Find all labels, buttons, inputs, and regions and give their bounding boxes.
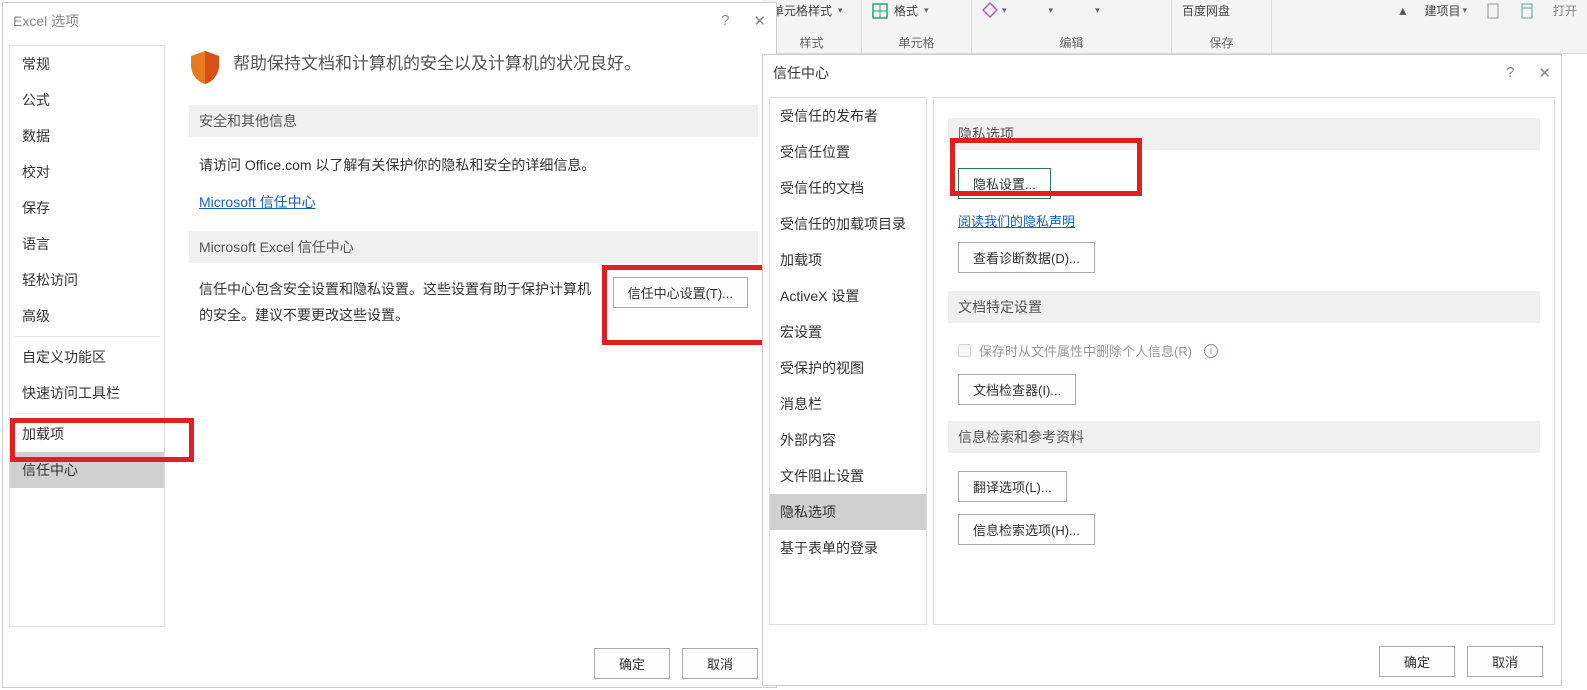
options-content: 帮助保持文档和计算机的安全以及计算机的状况良好。 安全和其他信息 请访问 Off… (171, 39, 776, 633)
sidebar-item-advanced[interactable]: 高级 (10, 298, 164, 334)
sidebar-item-save[interactable]: 保存 (10, 190, 164, 226)
open-label[interactable]: 打开 (1553, 2, 1577, 19)
remove-personal-info-checkbox (958, 344, 971, 357)
sidebar-item-addins[interactable]: 加载项 (10, 416, 164, 452)
edit-dropdown-2[interactable]: ▾ (1095, 5, 1100, 16)
security-info-text: 请访问 Office.com 以了解有关保护你的隐私和安全的详细信息。 (189, 147, 758, 184)
document-icon-2[interactable] (1519, 3, 1535, 19)
sidebar-item-proofing[interactable]: 校对 (10, 154, 164, 190)
sidebar-item-qat[interactable]: 快速访问工具栏 (10, 375, 164, 411)
cancel-button[interactable]: 取消 (1467, 646, 1543, 677)
ribbon-label: 编辑 (982, 34, 1161, 53)
ribbon-group-edit: ▾ ▾ ▾ 编辑 (972, 0, 1172, 53)
sidebar-item-macro-settings[interactable]: 宏设置 (770, 314, 926, 350)
sidebar-item-file-block-settings[interactable]: 文件阻止设置 (770, 458, 926, 494)
document-inspector-button[interactable]: 文档检查器(I)... (958, 374, 1076, 405)
privacy-settings-button[interactable]: 隐私设置... (958, 168, 1051, 199)
sidebar-item-data[interactable]: 数据 (10, 118, 164, 154)
close-icon[interactable]: ✕ (1538, 64, 1551, 82)
section-document-specific: 文档特定设置 (948, 291, 1540, 323)
ok-button[interactable]: 确定 (1379, 646, 1455, 677)
section-privacy-options: 隐私选项 (948, 118, 1540, 150)
trust-center-content: 隐私选项 隐私设置... 阅读我们的隐私声明 查看诊断数据(D)... 文档特定… (933, 97, 1555, 625)
sidebar-item-form-based-signin[interactable]: 基于表单的登录 (770, 530, 926, 566)
ribbon-group-cells: 格式▾ 单元格 (862, 0, 972, 53)
help-icon[interactable]: ? (1506, 64, 1514, 82)
format-icon (872, 3, 888, 19)
trust-center-text: 信任中心包含安全设置和隐私设置。这些设置有助于保护计算机的安全。建议不要更改这些… (199, 277, 603, 327)
sidebar-item-formula[interactable]: 公式 (10, 82, 164, 118)
ok-button[interactable]: 确定 (594, 648, 670, 679)
sidebar-item-customize-ribbon[interactable]: 自定义功能区 (10, 339, 164, 375)
trust-center-dialog: 信任中心 ? ✕ 受信任的发布者 受信任位置 受信任的文档 受信任的加载项目录 … (762, 54, 1562, 686)
sidebar-item-language[interactable]: 语言 (10, 226, 164, 262)
privacy-statement-link[interactable]: 阅读我们的隐私声明 (958, 214, 1075, 229)
remove-personal-info-label: 保存时从文件属性中删除个人信息(R) (979, 341, 1192, 360)
ribbon-label: 保存 (1182, 34, 1261, 53)
ribbon-group-save: 百度网盘 保存 (1172, 0, 1272, 53)
sidebar-item-message-bar[interactable]: 消息栏 (770, 386, 926, 422)
cell-styles-dropdown[interactable]: 单元格样式▾ (772, 2, 851, 19)
dialog-title: 信任中心 (773, 63, 829, 83)
translation-options-button[interactable]: 翻译选项(L)... (958, 471, 1067, 502)
ms-trust-center-link[interactable]: Microsoft 信任中心 (199, 194, 316, 210)
sidebar-item-privacy-options[interactable]: 隐私选项 (770, 494, 926, 530)
excel-options-dialog: Excel 选项 ? ✕ 常规 公式 数据 校对 保存 语言 轻松访问 高级 自… (2, 2, 777, 688)
project-dropdown[interactable]: 建项目▾ (1424, 2, 1467, 19)
ribbon: 单元格样式▾ 样式 格式▾ 单元格 ▾ ▾ ▾ 编辑 百度网盘 保存 ▴ 建项目… (762, 0, 1587, 54)
diamond-dropdown[interactable]: ▾ (982, 2, 1007, 18)
section-security-info: 安全和其他信息 (189, 105, 758, 137)
titlebar: Excel 选项 ? ✕ (3, 3, 776, 39)
shield-icon (189, 49, 221, 85)
format-dropdown[interactable]: 格式▾ (872, 2, 961, 19)
sidebar-item-trust-center[interactable]: 信任中心 (10, 452, 164, 488)
dialog-title: Excel 选项 (13, 11, 79, 31)
ribbon-label: 样式 (772, 34, 851, 53)
sidebar-item-accessibility[interactable]: 轻松访问 (10, 262, 164, 298)
help-icon[interactable]: ? (721, 12, 729, 30)
edit-dropdown[interactable]: ▾ (1049, 5, 1054, 16)
section-research-reference: 信息检索和参考资料 (948, 421, 1540, 453)
sidebar-item-activex-settings[interactable]: ActiveX 设置 (770, 278, 926, 314)
content-heading: 帮助保持文档和计算机的安全以及计算机的状况良好。 (189, 49, 758, 85)
research-options-button[interactable]: 信息检索选项(H)... (958, 514, 1095, 545)
options-sidebar: 常规 公式 数据 校对 保存 语言 轻松访问 高级 自定义功能区 快速访问工具栏… (9, 45, 165, 627)
sidebar-item-addins[interactable]: 加载项 (770, 242, 926, 278)
info-icon[interactable]: i (1204, 344, 1218, 358)
titlebar: 信任中心 ? ✕ (763, 55, 1561, 91)
collapse-ribbon-icon[interactable]: ▴ (1399, 2, 1406, 19)
sidebar-item-general[interactable]: 常规 (10, 46, 164, 82)
view-diagnostic-data-button[interactable]: 查看诊断数据(D)... (958, 242, 1095, 273)
section-excel-trust-center: Microsoft Excel 信任中心 (189, 231, 758, 263)
cancel-button[interactable]: 取消 (682, 648, 758, 679)
trust-center-settings-button[interactable]: 信任中心设置(T)... (613, 277, 748, 308)
document-icon[interactable] (1485, 3, 1501, 19)
sidebar-item-trusted-addin-catalogs[interactable]: 受信任的加载项目录 (770, 206, 926, 242)
trust-center-sidebar: 受信任的发布者 受信任位置 受信任的文档 受信任的加载项目录 加载项 Activ… (769, 97, 927, 625)
sidebar-item-trusted-documents[interactable]: 受信任的文档 (770, 170, 926, 206)
ribbon-group-project: ▴ 建项目▾ 打开 (1272, 0, 1587, 53)
ribbon-group-style: 单元格样式▾ 样式 (762, 0, 862, 53)
ribbon-label: 单元格 (872, 34, 961, 53)
sidebar-item-trusted-publishers[interactable]: 受信任的发布者 (770, 98, 926, 134)
baidu-netdisk-button[interactable]: 百度网盘 (1182, 2, 1261, 19)
sidebar-item-protected-view[interactable]: 受保护的视图 (770, 350, 926, 386)
sidebar-item-external-content[interactable]: 外部内容 (770, 422, 926, 458)
sidebar-item-trusted-locations[interactable]: 受信任位置 (770, 134, 926, 170)
close-icon[interactable]: ✕ (753, 12, 766, 30)
diamond-icon (982, 2, 998, 18)
